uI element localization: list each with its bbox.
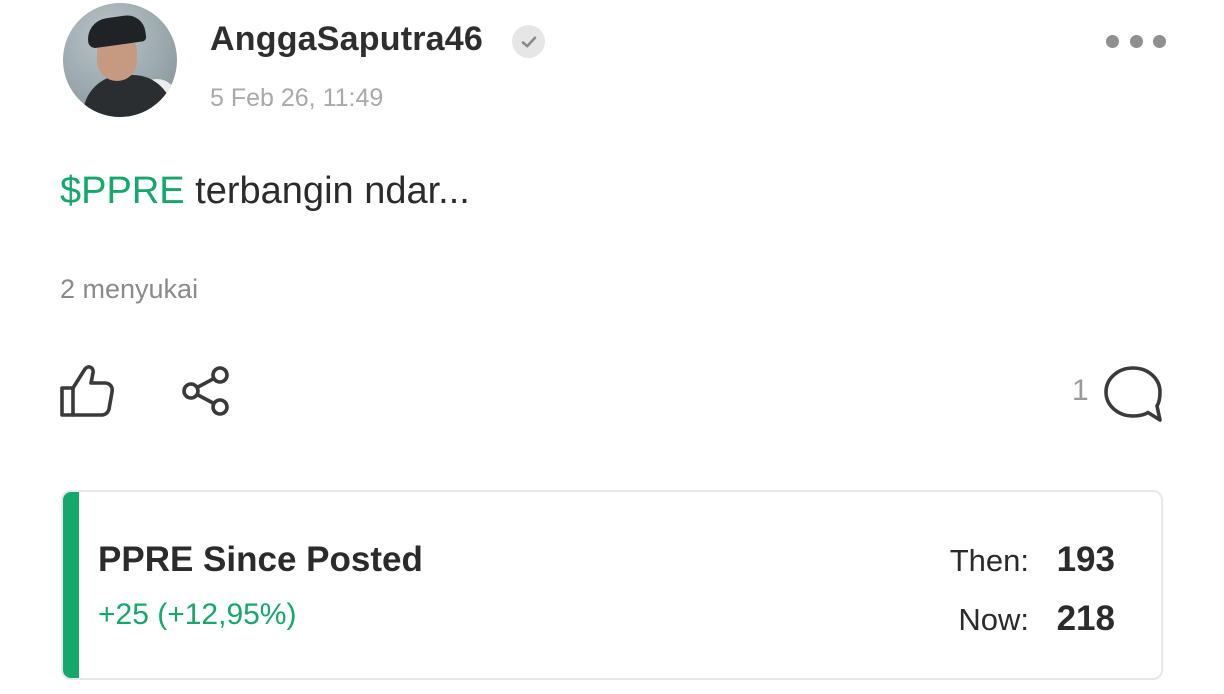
thumbs-up-icon — [60, 365, 114, 417]
then-label: Then: — [949, 543, 1029, 578]
avatar[interactable] — [63, 3, 177, 117]
then-value: 193 — [1056, 540, 1115, 579]
card-title: PPRE Since Posted — [98, 540, 423, 579]
stock-performance-card[interactable]: PPRE Since Posted +25 (+12,95%) Then: 19… — [61, 490, 1163, 680]
more-options-button[interactable] — [1106, 30, 1166, 52]
comment-bubble-icon — [1104, 366, 1162, 422]
avatar-detail — [85, 13, 147, 49]
likes-count[interactable]: 2 menyukai — [60, 274, 198, 305]
now-value: 218 — [1056, 599, 1115, 638]
more-horizontal-icon — [1153, 34, 1166, 48]
price-change: +25 (+12,95%) — [98, 598, 297, 631]
like-button[interactable] — [58, 362, 116, 420]
share-icon — [182, 366, 229, 416]
verified-check-icon — [512, 25, 545, 58]
now-row: Now: 218 — [958, 599, 1115, 639]
more-horizontal-icon — [1129, 34, 1143, 48]
then-row: Then: 193 — [950, 540, 1115, 580]
card-accent-bar — [63, 492, 79, 678]
post-body: $PPRE terbangin ndar... — [60, 170, 470, 213]
more-horizontal-icon — [1106, 34, 1119, 48]
post-timestamp: 5 Feb 26, 11:49 — [210, 84, 384, 112]
comment-button[interactable] — [1102, 364, 1164, 424]
share-button[interactable] — [180, 364, 234, 418]
comment-count: 1 — [1072, 374, 1089, 407]
ticker-link[interactable]: $PPRE — [60, 170, 185, 212]
post-text: terbangin ndar... — [184, 170, 470, 212]
now-label: Now: — [958, 602, 1029, 637]
author-username[interactable]: AnggaSaputra46 — [210, 20, 483, 59]
